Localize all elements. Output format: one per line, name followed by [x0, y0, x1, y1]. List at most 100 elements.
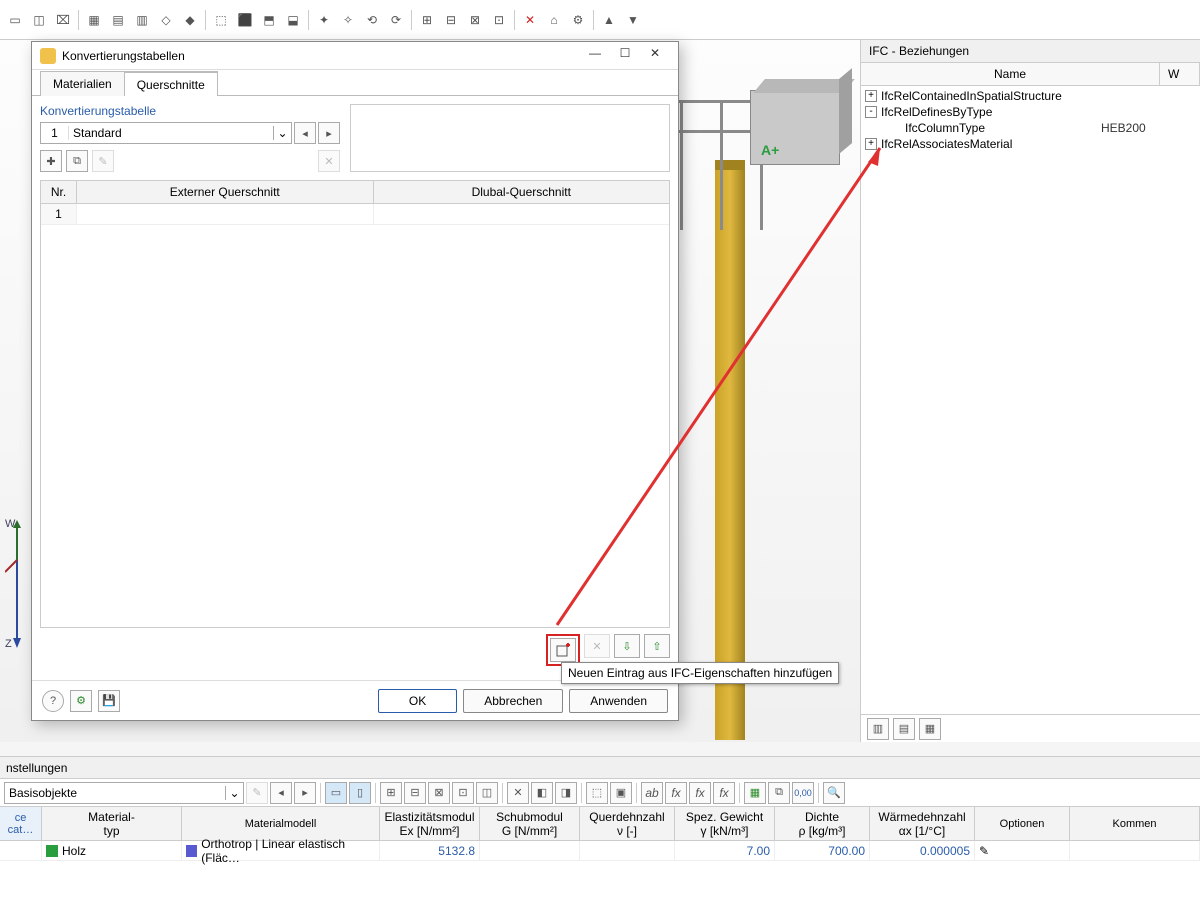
fx-icon-2[interactable]: fx — [689, 782, 711, 804]
new-table-button[interactable]: ✚ — [40, 150, 62, 172]
conversion-grid[interactable]: Nr. Externer Querschnitt Dlubal-Querschn… — [40, 180, 670, 628]
minimize-button[interactable]: — — [580, 46, 610, 66]
tree-row[interactable]: +IfcRelAssociatesMaterial — [865, 136, 1196, 152]
settings-tb-11[interactable]: ⬚ — [586, 782, 608, 804]
delete-table-button[interactable]: ✕ — [318, 150, 340, 172]
tree-row[interactable]: -IfcRelDefinesByType — [865, 104, 1196, 120]
help-button[interactable]: ? — [42, 690, 64, 712]
settings-tb-12[interactable]: ▣ — [610, 782, 632, 804]
toolbar-btn[interactable]: ⊠ — [464, 9, 486, 31]
col-material-model[interactable]: Materialmodell — [182, 807, 380, 840]
settings-tb-1[interactable]: ▭ — [325, 782, 347, 804]
col-cat[interactable]: ce cat… — [0, 807, 42, 840]
toolbar-btn[interactable]: ▤ — [107, 9, 129, 31]
col-thermal-exp[interactable]: Wärmedehnzahlαx [1/°C] — [870, 807, 975, 840]
maximize-button[interactable]: ☐ — [610, 46, 640, 66]
tree-row[interactable]: IfcColumnTypeHEB200 — [865, 120, 1196, 136]
ok-button[interactable]: OK — [378, 689, 457, 713]
col-header-dlubal[interactable]: Dlubal-Querschnitt — [374, 181, 670, 203]
toolbar-btn[interactable]: ⚙ — [567, 9, 589, 31]
settings-combo[interactable]: Basisobjekte ⌄ — [4, 782, 244, 804]
export-button[interactable]: ⇧ — [644, 634, 670, 658]
ifc-bottom-btn-1[interactable]: ▥ — [867, 718, 889, 740]
toolbar-btn[interactable]: ⬚ — [210, 9, 232, 31]
chevron-down-icon[interactable]: ⌄ — [225, 786, 243, 800]
settings-tb-10[interactable]: ◨ — [555, 782, 577, 804]
settings-next-button[interactable]: ▸ — [294, 782, 316, 804]
delete-entry-button[interactable]: ✕ — [584, 634, 610, 658]
toolbar-btn[interactable]: ▭ — [4, 9, 26, 31]
close-button[interactable]: ✕ — [640, 46, 670, 66]
toolbar-btn[interactable]: ▲ — [598, 9, 620, 31]
cancel-button[interactable]: Abbrechen — [463, 689, 563, 713]
col-density[interactable]: Dichteρ [kg/m³] — [775, 807, 870, 840]
toolbar-btn[interactable]: ⬛ — [234, 9, 256, 31]
tree-toggle[interactable]: + — [865, 90, 877, 102]
prev-button[interactable]: ◂ — [294, 122, 316, 144]
toolbar-btn[interactable]: ▦ — [83, 9, 105, 31]
col-spec-weight[interactable]: Spez. Gewichtγ [kN/m³] — [675, 807, 775, 840]
tree-toggle[interactable]: - — [865, 106, 877, 118]
add-from-ifc-button[interactable] — [550, 638, 576, 662]
import-button[interactable]: ⇩ — [614, 634, 640, 658]
fx-icon-1[interactable]: fx — [665, 782, 687, 804]
apply-button[interactable]: Anwenden — [569, 689, 668, 713]
toolbar-btn[interactable]: ▥ — [131, 9, 153, 31]
col-header-external[interactable]: Externer Querschnitt — [77, 181, 374, 203]
toolbar-btn[interactable]: ⊟ — [440, 9, 462, 31]
toolbar-btn[interactable]: ⟳ — [385, 9, 407, 31]
settings-tb-7[interactable]: ◫ — [476, 782, 498, 804]
settings-tb-8[interactable]: ✕ — [507, 782, 529, 804]
next-button[interactable]: ▸ — [318, 122, 340, 144]
toolbar-btn[interactable]: ⬒ — [258, 9, 280, 31]
settings-edit-icon[interactable]: ✎ — [246, 782, 268, 804]
excel-export-icon[interactable]: ▦ — [744, 782, 766, 804]
toolbar-btn[interactable]: ⊞ — [416, 9, 438, 31]
materials-grid[interactable]: ce cat… Material-typ Materialmodell Elas… — [0, 807, 1200, 900]
settings-tb-5[interactable]: ⊠ — [428, 782, 450, 804]
ifc-bottom-btn-2[interactable]: ▤ — [893, 718, 915, 740]
grid-row[interactable]: 1 — [41, 204, 669, 225]
col-options[interactable]: Optionen — [975, 807, 1070, 840]
dialog-titlebar[interactable]: Konvertierungstabellen — ☐ ✕ — [32, 42, 678, 70]
settings-button[interactable]: ⚙ — [70, 690, 92, 712]
toolbar-btn[interactable]: ◇ — [155, 9, 177, 31]
settings-tb-13[interactable]: ⧉ — [768, 782, 790, 804]
settings-prev-button[interactable]: ◂ — [270, 782, 292, 804]
settings-tb-9[interactable]: ◧ — [531, 782, 553, 804]
save-defaults-button[interactable]: 💾 — [98, 690, 120, 712]
col-shear-modulus[interactable]: SchubmodulG [N/mm²] — [480, 807, 580, 840]
toolbar-btn[interactable]: ⟲ — [361, 9, 383, 31]
toolbar-btn[interactable]: ⊡ — [488, 9, 510, 31]
fx-icon-3[interactable]: fx — [713, 782, 735, 804]
toolbar-btn[interactable]: ◆ — [179, 9, 201, 31]
decimals-icon[interactable]: 0,00 — [792, 782, 814, 804]
toolbar-btn[interactable]: ✦ — [313, 9, 335, 31]
tab-querschnitte[interactable]: Querschnitte — [124, 71, 218, 96]
edit-table-button[interactable]: ✎ — [92, 150, 114, 172]
copy-table-button[interactable]: ⧉ — [66, 150, 88, 172]
toolbar-btn[interactable]: ◫ — [28, 9, 50, 31]
toolbar-btn[interactable]: ⌧ — [52, 9, 74, 31]
toolbar-btn[interactable]: ⬓ — [282, 9, 304, 31]
fx-label-icon[interactable]: ab — [641, 782, 663, 804]
ifc-tree[interactable]: +IfcRelContainedInSpatialStructure-IfcRe… — [861, 86, 1200, 714]
chevron-down-icon[interactable]: ⌄ — [273, 126, 291, 140]
table-select-combo[interactable]: 1 Standard ⌄ — [40, 122, 292, 144]
tree-row[interactable]: +IfcRelContainedInSpatialStructure — [865, 88, 1196, 104]
col-e-modulus[interactable]: ElastizitätsmodulEx [N/mm²] — [380, 807, 480, 840]
settings-tb-2[interactable]: ▯ — [349, 782, 371, 804]
toolbar-btn[interactable]: ▼ — [622, 9, 644, 31]
settings-tb-6[interactable]: ⊡ — [452, 782, 474, 804]
tree-toggle[interactable]: + — [865, 138, 877, 150]
settings-tb-4[interactable]: ⊟ — [404, 782, 426, 804]
ifc-bottom-btn-3[interactable]: ▦ — [919, 718, 941, 740]
col-material-type[interactable]: Material-typ — [42, 807, 182, 840]
col-poisson[interactable]: Querdehnzahlν [-] — [580, 807, 675, 840]
settings-tb-3[interactable]: ⊞ — [380, 782, 402, 804]
tab-materialien[interactable]: Materialien — [40, 71, 125, 96]
col-comment[interactable]: Kommen — [1070, 807, 1200, 840]
toolbar-btn[interactable]: ✕ — [519, 9, 541, 31]
search-icon[interactable]: 🔍 — [823, 782, 845, 804]
toolbar-btn[interactable]: ⌂ — [543, 9, 565, 31]
